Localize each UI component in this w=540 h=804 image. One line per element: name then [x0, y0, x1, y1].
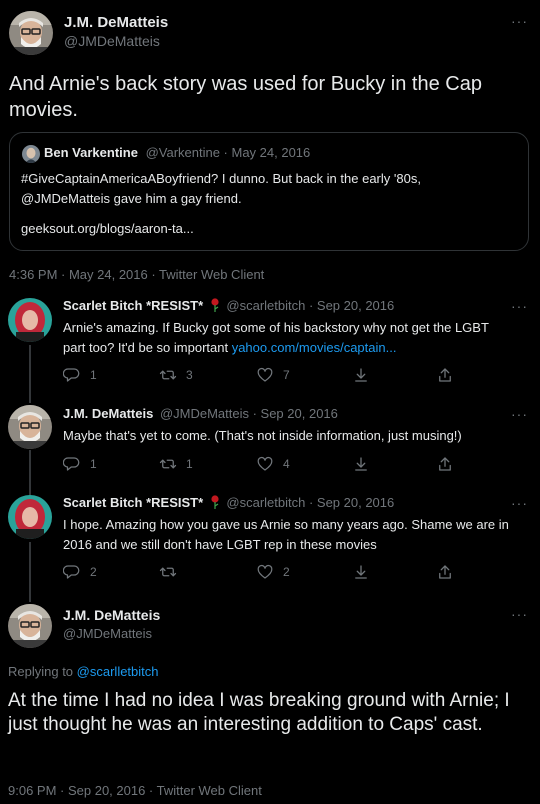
reply-author-name[interactable]: J.M. DeMatteis — [63, 406, 153, 421]
author-name[interactable]: J.M. DeMatteis — [63, 607, 160, 623]
reply-handle-date[interactable]: @scarletbitch · Sep 20, 2016 — [226, 298, 394, 313]
retweet-button[interactable]: 3 — [159, 366, 193, 384]
download-button[interactable] — [352, 563, 370, 581]
download-button[interactable] — [352, 455, 370, 473]
download-icon — [352, 455, 370, 473]
reply-handle-date[interactable]: @scarletbitch · Sep 20, 2016 — [226, 495, 394, 510]
quoted-avatar — [22, 145, 40, 163]
more-options-icon[interactable]: ··· — [511, 606, 528, 622]
download-icon — [352, 366, 370, 384]
tweet-text: And Arnie's back story was used for Buck… — [9, 73, 482, 121]
replying-to-link[interactable]: @scarlletbitch — [77, 664, 159, 679]
share-icon — [436, 455, 454, 473]
download-icon — [352, 563, 370, 581]
retweet-icon — [159, 563, 177, 581]
quoted-link[interactable]: geeksout.org/blogs/aaron-ta... — [21, 221, 194, 236]
tweet-text: At the time I had no idea I was breaking… — [8, 690, 510, 735]
retweet-button[interactable] — [159, 563, 186, 581]
thread-line — [29, 450, 31, 498]
rose-icon — [210, 298, 220, 315]
quoted-tweet-card[interactable]: Ben Varkentine @Varkentine · May 24, 201… — [9, 132, 529, 251]
reply-author-name[interactable]: Scarlet Bitch *RESIST* — [63, 495, 203, 510]
quoted-author-name: Ben Varkentine — [44, 145, 138, 160]
more-options-icon[interactable]: ··· — [511, 406, 528, 422]
reply-text: Maybe that's yet to come. (That's not in… — [63, 428, 462, 443]
reply-author-name[interactable]: Scarlet Bitch *RESIST* — [63, 298, 203, 313]
reply-link[interactable]: yahoo.com/movies/captain... — [232, 340, 397, 355]
avatar[interactable] — [8, 298, 52, 342]
author-handle[interactable]: @JMDeMatteis — [63, 626, 152, 641]
author-handle[interactable]: @JMDeMatteis — [64, 33, 160, 49]
quoted-text: #GiveCaptainAmericaABoyfriend? I dunno. … — [21, 171, 421, 206]
reply-icon — [63, 366, 81, 384]
retweet-icon — [159, 455, 177, 473]
replying-to: Replying to @scarlletbitch — [8, 664, 159, 679]
share-button[interactable] — [436, 563, 454, 581]
retweet-button[interactable]: 1 — [159, 455, 193, 473]
heart-icon — [256, 455, 274, 473]
reply-icon — [63, 563, 81, 581]
thread-line — [29, 542, 31, 602]
reply-handle-date[interactable]: @JMDeMatteis · Sep 20, 2016 — [160, 406, 338, 421]
avatar[interactable] — [8, 604, 52, 648]
rose-icon — [210, 495, 220, 512]
heart-icon — [256, 366, 274, 384]
like-button[interactable]: 4 — [256, 455, 290, 473]
reply-text: I hope. Amazing how you gave us Arnie so… — [63, 517, 509, 552]
share-button[interactable] — [436, 366, 454, 384]
share-icon — [436, 563, 454, 581]
reply-icon — [63, 455, 81, 473]
more-options-icon[interactable]: ··· — [511, 495, 528, 511]
thread-line — [29, 345, 31, 403]
reply-text: Arnie's amazing. If Bucky got some of hi… — [63, 320, 489, 355]
reply-button[interactable]: 1 — [63, 366, 97, 384]
quoted-handle-date: @Varkentine · May 24, 2016 — [145, 145, 311, 160]
share-icon — [436, 366, 454, 384]
author-name[interactable]: J.M. DeMatteis — [64, 14, 168, 31]
reply-button[interactable]: 2 — [63, 563, 97, 581]
like-button[interactable]: 7 — [256, 366, 290, 384]
more-options-icon[interactable]: ··· — [511, 298, 528, 314]
tweet-timestamp[interactable]: 4:36 PM · May 24, 2016 · Twitter Web Cli… — [9, 267, 264, 282]
share-button[interactable] — [436, 455, 454, 473]
tweet-timestamp[interactable]: 9:06 PM · Sep 20, 2016 · Twitter Web Cli… — [8, 783, 262, 798]
reply-button[interactable]: 1 — [63, 455, 97, 473]
heart-icon — [256, 563, 274, 581]
retweet-icon — [159, 366, 177, 384]
avatar[interactable] — [9, 11, 53, 55]
avatar[interactable] — [8, 495, 52, 539]
avatar[interactable] — [8, 405, 52, 449]
download-button[interactable] — [352, 366, 370, 384]
more-options-icon[interactable]: ··· — [511, 13, 528, 29]
like-button[interactable]: 2 — [256, 563, 290, 581]
